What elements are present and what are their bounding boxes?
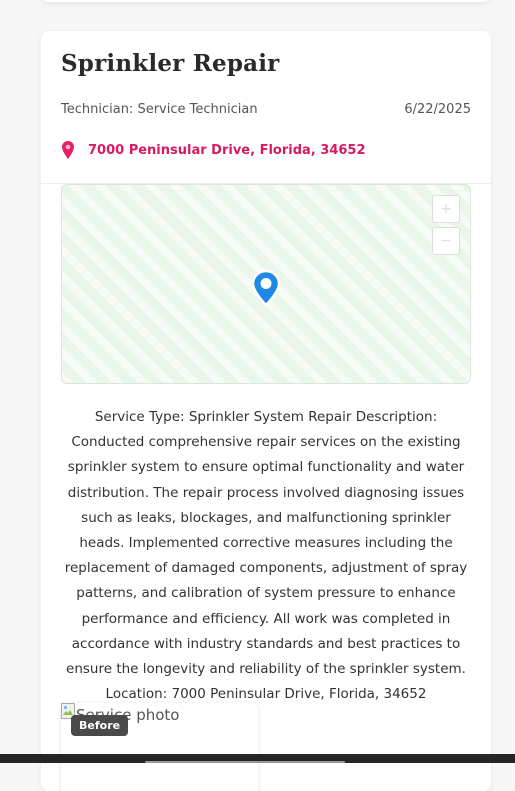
location-map[interactable]: + − <box>61 184 471 384</box>
job-title: Sprinkler Repair <box>61 50 280 77</box>
zoom-out-button[interactable]: − <box>432 227 460 255</box>
service-description: Service Type: Sprinkler System Repair De… <box>64 409 468 703</box>
before-badge: Before <box>71 715 129 736</box>
technician-label: Technician: Service Technician <box>61 102 258 117</box>
map-marker-icon[interactable] <box>250 269 282 307</box>
address-link[interactable]: 7000 Peninsular Drive, Florida, 34652 <box>88 143 366 158</box>
location-pin-icon <box>62 141 74 159</box>
address-row[interactable]: 7000 Peninsular Drive, Florida, 34652 <box>61 141 366 159</box>
service-card: Sprinkler Repair Technician: Service Tec… <box>41 31 491 791</box>
zoom-in-button[interactable]: + <box>432 195 460 223</box>
photo-thumbnail[interactable]: Service photo Before <box>61 703 258 791</box>
previous-card <box>41 0 491 2</box>
job-date: 6/22/2025 <box>404 102 471 117</box>
